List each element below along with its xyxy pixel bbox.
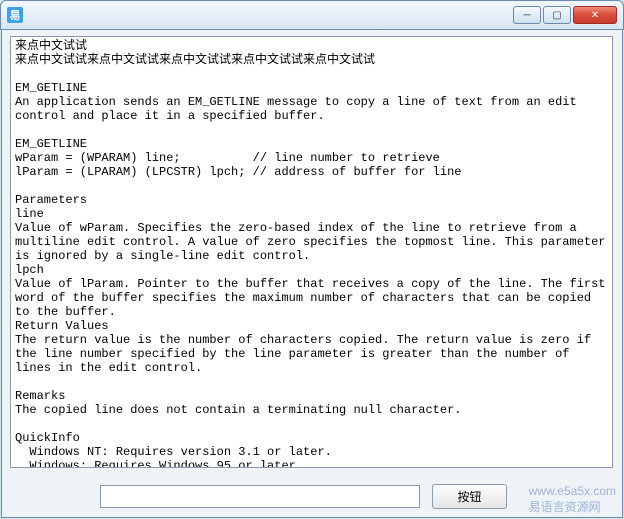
maximize-button[interactable]: ▢ xyxy=(543,6,571,24)
app-icon-e: 易 xyxy=(7,7,23,23)
maximize-icon: ▢ xyxy=(552,10,561,21)
content-text-box[interactable]: 来点中文试试 来点中文试试来点中文试试来点中文试试来点中文试试来点中文试试 EM… xyxy=(10,36,613,468)
window-controls: ─ ▢ ✕ xyxy=(513,6,617,24)
close-icon: ✕ xyxy=(591,10,599,21)
minimize-button[interactable]: ─ xyxy=(513,6,541,24)
titlebar[interactable]: 易 ─ ▢ ✕ xyxy=(0,0,624,30)
svg-text:易: 易 xyxy=(10,9,21,22)
client-area: 来点中文试试 来点中文试试来点中文试试来点中文试试来点中文试试来点中文试试 EM… xyxy=(1,30,623,518)
text-input[interactable] xyxy=(100,485,420,508)
minimize-icon: ─ xyxy=(523,10,530,21)
close-button[interactable]: ✕ xyxy=(573,6,617,24)
bottom-row: 按钮 xyxy=(2,484,622,509)
action-button[interactable]: 按钮 xyxy=(432,484,507,509)
